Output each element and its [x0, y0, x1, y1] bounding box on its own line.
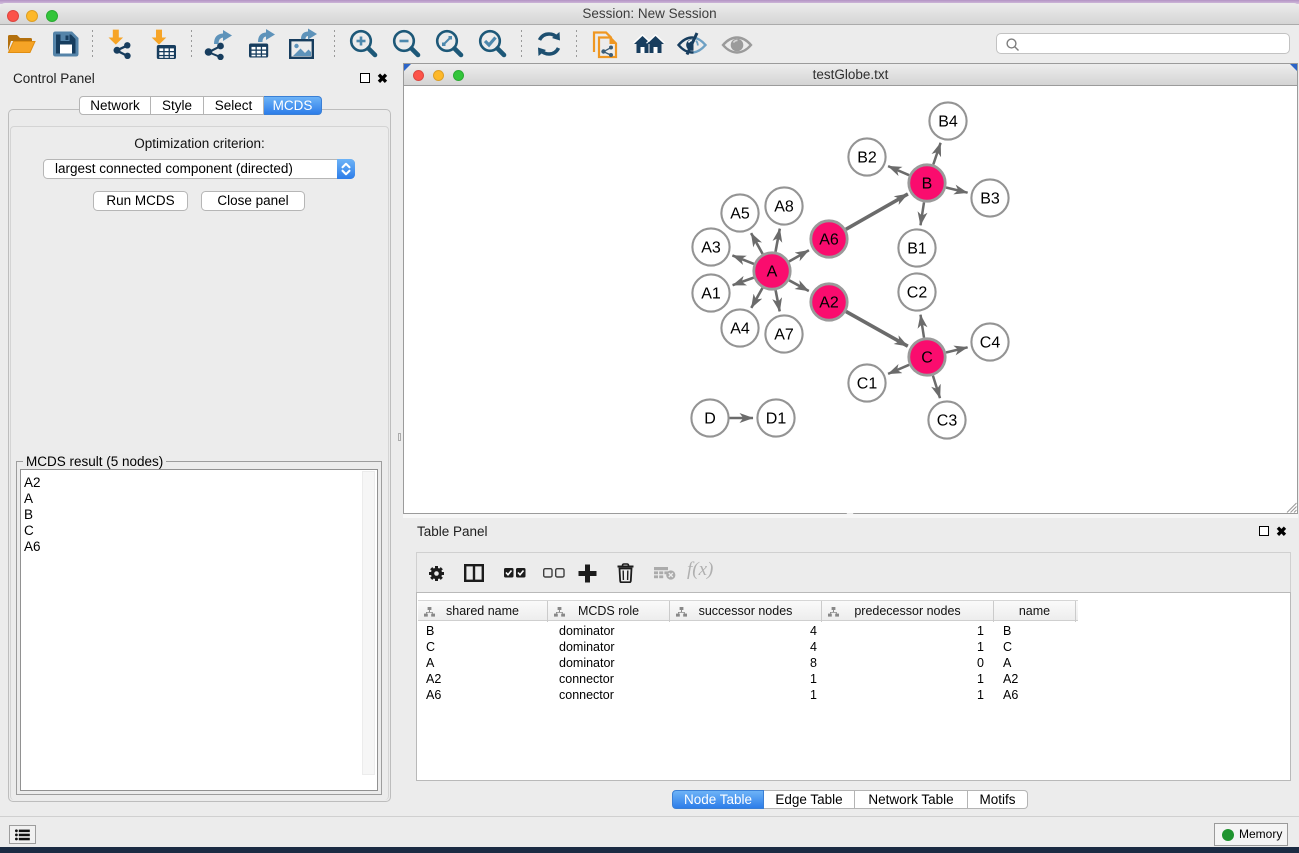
- svg-text:A8: A8: [774, 199, 794, 216]
- svg-text:C1: C1: [857, 376, 878, 393]
- svg-text:C3: C3: [937, 413, 958, 430]
- svg-text:A6: A6: [819, 232, 839, 249]
- svg-text:D: D: [704, 411, 716, 428]
- svg-text:B2: B2: [857, 150, 877, 167]
- svg-text:A3: A3: [701, 240, 721, 257]
- svg-text:A: A: [767, 264, 778, 281]
- svg-text:B3: B3: [980, 191, 1000, 208]
- svg-text:B4: B4: [938, 114, 958, 131]
- svg-text:A7: A7: [774, 327, 794, 344]
- svg-text:D1: D1: [766, 411, 787, 428]
- svg-text:A2: A2: [819, 295, 839, 312]
- svg-text:A4: A4: [730, 321, 750, 338]
- svg-text:C: C: [921, 350, 933, 367]
- svg-text:A1: A1: [701, 286, 721, 303]
- svg-text:B: B: [922, 176, 933, 193]
- svg-text:C4: C4: [980, 335, 1001, 352]
- svg-text:C2: C2: [907, 285, 928, 302]
- svg-text:B1: B1: [907, 241, 927, 258]
- svg-text:A5: A5: [730, 206, 750, 223]
